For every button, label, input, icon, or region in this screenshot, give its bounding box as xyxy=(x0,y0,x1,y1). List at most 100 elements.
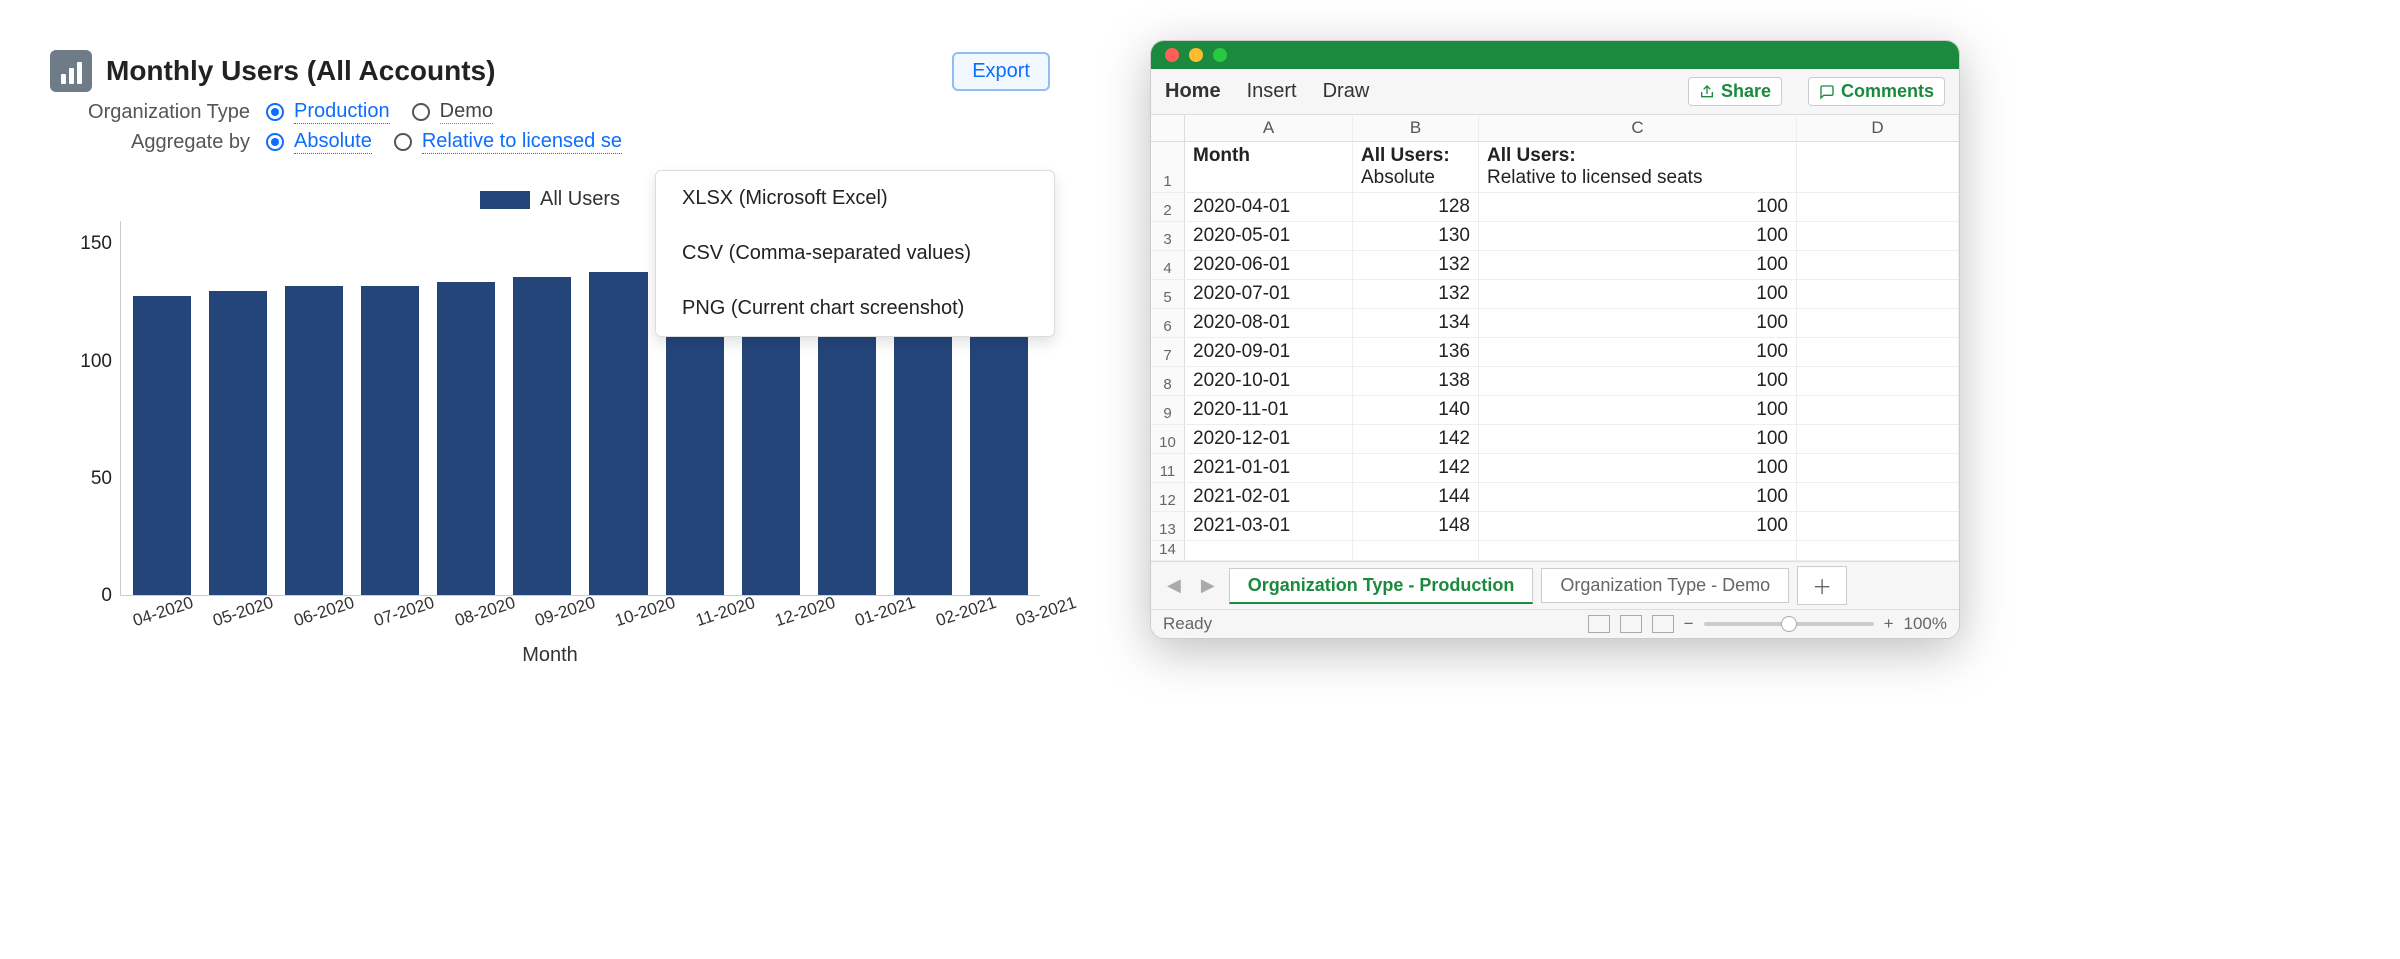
comments-button[interactable]: Comments xyxy=(1808,77,1945,106)
cell[interactable] xyxy=(1353,541,1479,560)
cell[interactable]: All Users:Relative to licensed seats xyxy=(1479,142,1797,192)
row-number[interactable]: 3 xyxy=(1151,222,1185,250)
cell[interactable]: 100 xyxy=(1479,193,1797,221)
cell[interactable]: 100 xyxy=(1479,396,1797,424)
sheet-tab-demo[interactable]: Organization Type - Demo xyxy=(1541,568,1789,603)
radio-relative[interactable] xyxy=(394,133,412,151)
row-number[interactable]: 7 xyxy=(1151,338,1185,366)
table-row[interactable]: 62020-08-01134100 xyxy=(1151,309,1959,338)
row-number[interactable]: 4 xyxy=(1151,251,1185,279)
row-number[interactable]: 8 xyxy=(1151,367,1185,395)
cell[interactable]: 2020-10-01 xyxy=(1185,367,1353,395)
cell[interactable] xyxy=(1797,454,1959,482)
add-sheet-button[interactable]: ＋ xyxy=(1797,566,1847,605)
table-row[interactable]: 82020-10-01138100 xyxy=(1151,367,1959,396)
cell[interactable]: 132 xyxy=(1353,251,1479,279)
row-number[interactable]: 13 xyxy=(1151,512,1185,540)
option-demo[interactable]: Demo xyxy=(440,100,493,124)
cell[interactable]: 138 xyxy=(1353,367,1479,395)
cell[interactable]: 142 xyxy=(1353,454,1479,482)
col-header-b[interactable]: B xyxy=(1353,115,1479,141)
export-button[interactable]: Export xyxy=(952,52,1050,91)
col-header-a[interactable]: A xyxy=(1185,115,1353,141)
cell[interactable]: 2020-12-01 xyxy=(1185,425,1353,453)
sheet-nav-prev[interactable]: ◀ xyxy=(1161,575,1187,596)
cell[interactable]: 100 xyxy=(1479,454,1797,482)
cell[interactable] xyxy=(1797,425,1959,453)
cell[interactable]: 2020-06-01 xyxy=(1185,251,1353,279)
cell[interactable] xyxy=(1797,222,1959,250)
table-row[interactable]: 52020-07-01132100 xyxy=(1151,280,1959,309)
cell[interactable]: 100 xyxy=(1479,512,1797,540)
view-normal-icon[interactable] xyxy=(1588,615,1610,633)
cell[interactable]: 100 xyxy=(1479,280,1797,308)
row-number[interactable]: 1 xyxy=(1151,142,1185,192)
export-png[interactable]: PNG (Current chart screenshot) xyxy=(656,281,1054,336)
cell[interactable] xyxy=(1185,541,1353,560)
table-row[interactable]: 112021-01-01142100 xyxy=(1151,454,1959,483)
view-layout-icon[interactable] xyxy=(1620,615,1642,633)
spreadsheet-grid[interactable]: 1MonthAll Users:AbsoluteAll Users:Relati… xyxy=(1151,142,1959,561)
cell[interactable] xyxy=(1797,338,1959,366)
radio-production[interactable] xyxy=(266,103,284,121)
table-row[interactable]: 32020-05-01130100 xyxy=(1151,222,1959,251)
col-header-d[interactable]: D xyxy=(1797,115,1959,141)
cell[interactable]: 2021-03-01 xyxy=(1185,512,1353,540)
cell[interactable] xyxy=(1797,193,1959,221)
row-number[interactable]: 9 xyxy=(1151,396,1185,424)
cell[interactable]: 2021-01-01 xyxy=(1185,454,1353,482)
export-csv[interactable]: CSV (Comma-separated values) xyxy=(656,226,1054,281)
ribbon-tab-insert[interactable]: Insert xyxy=(1247,80,1297,103)
export-xlsx[interactable]: XLSX (Microsoft Excel) xyxy=(656,171,1054,226)
cell[interactable]: 136 xyxy=(1353,338,1479,366)
table-row[interactable]: 92020-11-01140100 xyxy=(1151,396,1959,425)
option-absolute[interactable]: Absolute xyxy=(294,130,372,154)
view-break-icon[interactable] xyxy=(1652,615,1674,633)
cell[interactable]: All Users:Absolute xyxy=(1353,142,1479,192)
row-number[interactable]: 14 xyxy=(1151,541,1185,560)
cell[interactable] xyxy=(1797,309,1959,337)
cell[interactable]: 140 xyxy=(1353,396,1479,424)
row-number[interactable]: 12 xyxy=(1151,483,1185,511)
row-number[interactable]: 10 xyxy=(1151,425,1185,453)
table-row[interactable]: 132021-03-01148100 xyxy=(1151,512,1959,541)
cell[interactable]: 2020-05-01 xyxy=(1185,222,1353,250)
cell[interactable]: 130 xyxy=(1353,222,1479,250)
zoom-out-button[interactable]: − xyxy=(1684,614,1694,634)
table-row[interactable]: 1MonthAll Users:AbsoluteAll Users:Relati… xyxy=(1151,142,1959,193)
cell[interactable]: 2020-04-01 xyxy=(1185,193,1353,221)
cell[interactable]: 100 xyxy=(1479,483,1797,511)
cell[interactable]: 100 xyxy=(1479,222,1797,250)
cell[interactable]: 2020-07-01 xyxy=(1185,280,1353,308)
table-row[interactable]: 22020-04-01128100 xyxy=(1151,193,1959,222)
row-number[interactable]: 5 xyxy=(1151,280,1185,308)
table-row[interactable]: 102020-12-01142100 xyxy=(1151,425,1959,454)
minimize-icon[interactable] xyxy=(1189,48,1203,62)
row-number[interactable]: 6 xyxy=(1151,309,1185,337)
cell[interactable] xyxy=(1797,280,1959,308)
cell[interactable]: 100 xyxy=(1479,338,1797,366)
table-row[interactable]: 42020-06-01132100 xyxy=(1151,251,1959,280)
cell[interactable]: 100 xyxy=(1479,251,1797,279)
cell[interactable] xyxy=(1797,251,1959,279)
sheet-nav-next[interactable]: ▶ xyxy=(1195,575,1221,596)
close-icon[interactable] xyxy=(1165,48,1179,62)
cell[interactable] xyxy=(1479,541,1797,560)
cell[interactable] xyxy=(1797,483,1959,511)
cell[interactable]: 128 xyxy=(1353,193,1479,221)
cell[interactable] xyxy=(1797,512,1959,540)
cell[interactable]: Month xyxy=(1185,142,1353,192)
option-relative[interactable]: Relative to licensed se xyxy=(422,130,622,154)
cell[interactable]: 2020-11-01 xyxy=(1185,396,1353,424)
cell[interactable]: 144 xyxy=(1353,483,1479,511)
radio-demo[interactable] xyxy=(412,103,430,121)
sheet-tab-production[interactable]: Organization Type - Production xyxy=(1229,568,1534,604)
cell[interactable] xyxy=(1797,142,1959,192)
table-row[interactable]: 14 xyxy=(1151,541,1959,561)
maximize-icon[interactable] xyxy=(1213,48,1227,62)
cell[interactable]: 2020-08-01 xyxy=(1185,309,1353,337)
cell[interactable] xyxy=(1797,541,1959,560)
radio-absolute[interactable] xyxy=(266,133,284,151)
cell[interactable]: 142 xyxy=(1353,425,1479,453)
ribbon-tab-home[interactable]: Home xyxy=(1165,80,1221,103)
